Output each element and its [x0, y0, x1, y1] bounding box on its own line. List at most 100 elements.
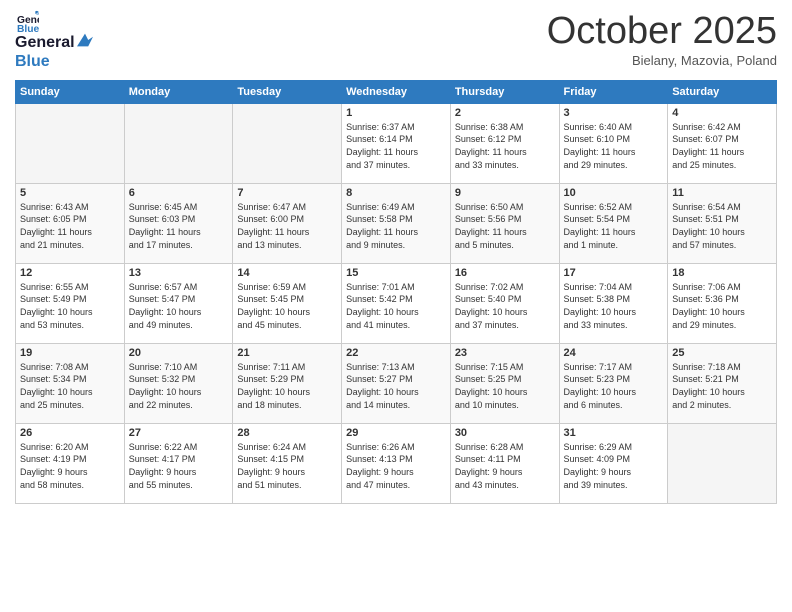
- day-info: Sunrise: 6:20 AM Sunset: 4:19 PM Dayligh…: [20, 441, 120, 491]
- day-number: 5: [20, 187, 120, 199]
- weekday-header: Sunday: [16, 80, 125, 103]
- day-number: 23: [455, 347, 555, 359]
- day-info: Sunrise: 7:01 AM Sunset: 5:42 PM Dayligh…: [346, 281, 446, 331]
- day-number: 11: [672, 187, 772, 199]
- day-info: Sunrise: 6:49 AM Sunset: 5:58 PM Dayligh…: [346, 201, 446, 251]
- day-number: 29: [346, 427, 446, 439]
- day-number: 20: [129, 347, 229, 359]
- day-number: 21: [237, 347, 337, 359]
- title-block: October 2025 Bielany, Mazovia, Poland: [547, 10, 777, 68]
- calendar-cell: 19Sunrise: 7:08 AM Sunset: 5:34 PM Dayli…: [16, 343, 125, 423]
- calendar-week-row: 5 Sunrise: 6:43 AM Sunset: 6:05 PM Daylig…: [16, 183, 777, 263]
- calendar-cell: 1Sunrise: 6:37 AM Sunset: 6:14 PM Daylig…: [342, 103, 451, 183]
- calendar-cell: [16, 103, 125, 183]
- calendar-cell: 7 Sunrise: 6:47 AM Sunset: 6:00 PM Daylig…: [233, 183, 342, 263]
- day-number: 22: [346, 347, 446, 359]
- day-info: Sunrise: 7:04 AM Sunset: 5:38 PM Dayligh…: [564, 281, 664, 331]
- calendar-cell: 3 Sunrise: 6:40 AM Sunset: 6:10 PM Daylig…: [559, 103, 668, 183]
- day-info: Sunrise: 7:18 AM Sunset: 5:21 PM Dayligh…: [672, 361, 772, 411]
- calendar-cell: [124, 103, 233, 183]
- calendar-week-row: 12 Sunrise: 6:55 AM Sunset: 5:49 PM Dayli…: [16, 263, 777, 343]
- day-info: Sunrise: 6:24 AM Sunset: 4:15 PM Dayligh…: [237, 441, 337, 491]
- day-info: Sunrise: 6:43 AM Sunset: 6:05 PM Dayligh…: [20, 201, 120, 251]
- day-info: Sunrise: 6:57 AM Sunset: 5:47 PM Dayligh…: [129, 281, 229, 331]
- calendar-week-row: 26Sunrise: 6:20 AM Sunset: 4:19 PM Dayli…: [16, 423, 777, 503]
- day-number: 28: [237, 427, 337, 439]
- calendar-cell: 22 Sunrise: 7:13 AM Sunset: 5:27 PM Dayli…: [342, 343, 451, 423]
- weekday-header: Wednesday: [342, 80, 451, 103]
- day-number: 18: [672, 267, 772, 279]
- day-info: Sunrise: 7:17 AM Sunset: 5:23 PM Dayligh…: [564, 361, 664, 411]
- day-info: Sunrise: 7:13 AM Sunset: 5:27 PM Dayligh…: [346, 361, 446, 411]
- logo: General Blue General Blue: [15, 10, 93, 72]
- calendar-cell: 28 Sunrise: 6:24 AM Sunset: 4:15 PM Dayli…: [233, 423, 342, 503]
- day-number: 17: [564, 267, 664, 279]
- logo-text: General Blue: [15, 32, 93, 72]
- calendar-cell: 23 Sunrise: 7:15 AM Sunset: 5:25 PM Dayli…: [450, 343, 559, 423]
- day-number: 15: [346, 267, 446, 279]
- day-info: Sunrise: 6:55 AM Sunset: 5:49 PM Dayligh…: [20, 281, 120, 331]
- day-info: Sunrise: 7:11 AM Sunset: 5:29 PM Dayligh…: [237, 361, 337, 411]
- calendar-cell: 11 Sunrise: 6:54 AM Sunset: 5:51 PM Dayli…: [668, 183, 777, 263]
- day-number: 12: [20, 267, 120, 279]
- calendar-cell: 24 Sunrise: 7:17 AM Sunset: 5:23 PM Dayli…: [559, 343, 668, 423]
- day-info: Sunrise: 6:28 AM Sunset: 4:11 PM Dayligh…: [455, 441, 555, 491]
- calendar-cell: 8 Sunrise: 6:49 AM Sunset: 5:58 PM Daylig…: [342, 183, 451, 263]
- day-info: Sunrise: 7:10 AM Sunset: 5:32 PM Dayligh…: [129, 361, 229, 411]
- day-number: 7: [237, 187, 337, 199]
- day-number: 19: [20, 347, 120, 359]
- day-number: 2: [455, 107, 555, 119]
- calendar-cell: [668, 423, 777, 503]
- calendar-cell: 30 Sunrise: 6:28 AM Sunset: 4:11 PM Dayli…: [450, 423, 559, 503]
- day-info: Sunrise: 6:29 AM Sunset: 4:09 PM Dayligh…: [564, 441, 664, 491]
- day-info: Sunrise: 6:40 AM Sunset: 6:10 PM Dayligh…: [564, 121, 664, 171]
- page-header: General Blue General Blue: [15, 10, 777, 72]
- day-info: Sunrise: 6:52 AM Sunset: 5:54 PM Dayligh…: [564, 201, 664, 251]
- calendar-cell: 10 Sunrise: 6:52 AM Sunset: 5:54 PM Dayli…: [559, 183, 668, 263]
- calendar-cell: 29 Sunrise: 6:26 AM Sunset: 4:13 PM Dayli…: [342, 423, 451, 503]
- day-number: 3: [564, 107, 664, 119]
- calendar-cell: 9Sunrise: 6:50 AM Sunset: 5:56 PM Daylig…: [450, 183, 559, 263]
- calendar-cell: 26Sunrise: 6:20 AM Sunset: 4:19 PM Dayli…: [16, 423, 125, 503]
- calendar-cell: 4 Sunrise: 6:42 AM Sunset: 6:07 PM Daylig…: [668, 103, 777, 183]
- day-info: Sunrise: 7:02 AM Sunset: 5:40 PM Dayligh…: [455, 281, 555, 331]
- day-info: Sunrise: 6:45 AM Sunset: 6:03 PM Dayligh…: [129, 201, 229, 251]
- day-info: Sunrise: 6:42 AM Sunset: 6:07 PM Dayligh…: [672, 121, 772, 171]
- day-info: Sunrise: 6:22 AM Sunset: 4:17 PM Dayligh…: [129, 441, 229, 491]
- calendar-cell: 18 Sunrise: 7:06 AM Sunset: 5:36 PM Dayli…: [668, 263, 777, 343]
- calendar-cell: 31 Sunrise: 6:29 AM Sunset: 4:09 PM Dayli…: [559, 423, 668, 503]
- day-info: Sunrise: 6:38 AM Sunset: 6:12 PM Dayligh…: [455, 121, 555, 171]
- calendar-cell: 15 Sunrise: 7:01 AM Sunset: 5:42 PM Dayli…: [342, 263, 451, 343]
- day-info: Sunrise: 6:26 AM Sunset: 4:13 PM Dayligh…: [346, 441, 446, 491]
- day-number: 31: [564, 427, 664, 439]
- day-number: 25: [672, 347, 772, 359]
- day-number: 1: [346, 107, 446, 119]
- calendar-week-row: 1Sunrise: 6:37 AM Sunset: 6:14 PM Daylig…: [16, 103, 777, 183]
- calendar-cell: 2 Sunrise: 6:38 AM Sunset: 6:12 PM Daylig…: [450, 103, 559, 183]
- weekday-header: Friday: [559, 80, 668, 103]
- calendar-cell: 16Sunrise: 7:02 AM Sunset: 5:40 PM Dayli…: [450, 263, 559, 343]
- calendar-cell: 21 Sunrise: 7:11 AM Sunset: 5:29 PM Dayli…: [233, 343, 342, 423]
- calendar-cell: 25 Sunrise: 7:18 AM Sunset: 5:21 PM Dayli…: [668, 343, 777, 423]
- calendar-cell: 27Sunrise: 6:22 AM Sunset: 4:17 PM Dayli…: [124, 423, 233, 503]
- weekday-header: Saturday: [668, 80, 777, 103]
- day-number: 30: [455, 427, 555, 439]
- day-info: Sunrise: 6:54 AM Sunset: 5:51 PM Dayligh…: [672, 201, 772, 251]
- day-number: 14: [237, 267, 337, 279]
- day-number: 6: [129, 187, 229, 199]
- day-info: Sunrise: 6:47 AM Sunset: 6:00 PM Dayligh…: [237, 201, 337, 251]
- day-number: 10: [564, 187, 664, 199]
- calendar-cell: 13Sunrise: 6:57 AM Sunset: 5:47 PM Dayli…: [124, 263, 233, 343]
- calendar-cell: 12 Sunrise: 6:55 AM Sunset: 5:49 PM Dayli…: [16, 263, 125, 343]
- day-info: Sunrise: 7:15 AM Sunset: 5:25 PM Dayligh…: [455, 361, 555, 411]
- day-number: 4: [672, 107, 772, 119]
- day-info: Sunrise: 7:06 AM Sunset: 5:36 PM Dayligh…: [672, 281, 772, 331]
- day-number: 8: [346, 187, 446, 199]
- weekday-header: Thursday: [450, 80, 559, 103]
- calendar-cell: 14Sunrise: 6:59 AM Sunset: 5:45 PM Dayli…: [233, 263, 342, 343]
- day-number: 24: [564, 347, 664, 359]
- calendar-table: SundayMondayTuesdayWednesdayThursdayFrid…: [15, 80, 777, 504]
- calendar-week-row: 19Sunrise: 7:08 AM Sunset: 5:34 PM Dayli…: [16, 343, 777, 423]
- location-subtitle: Bielany, Mazovia, Poland: [547, 53, 777, 68]
- day-info: Sunrise: 6:50 AM Sunset: 5:56 PM Dayligh…: [455, 201, 555, 251]
